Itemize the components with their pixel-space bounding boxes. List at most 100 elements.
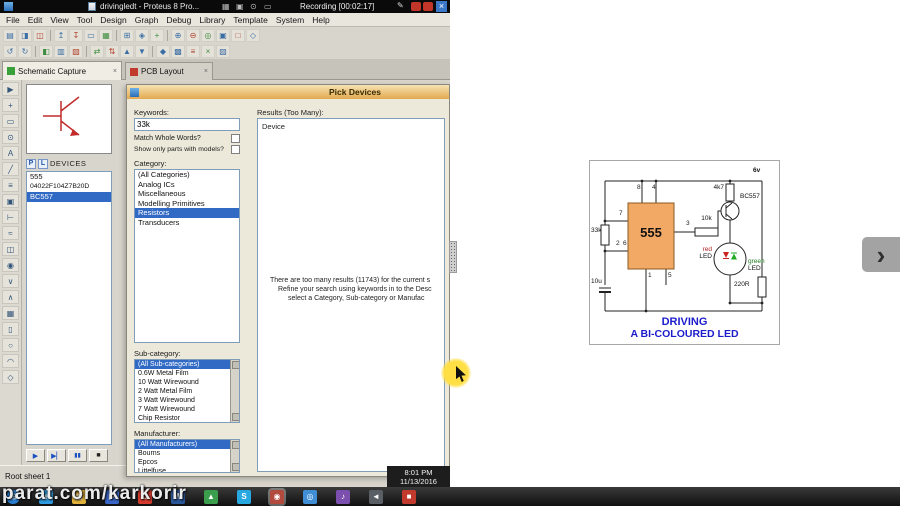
pencil-icon[interactable]: ✎ bbox=[397, 1, 404, 10]
manufacturer-scrollbar[interactable] bbox=[230, 440, 239, 472]
bus-tool-icon[interactable]: ╱ bbox=[2, 162, 19, 176]
graph-mode-icon[interactable]: ≈ bbox=[2, 226, 19, 240]
packaging-icon[interactable]: ≡ bbox=[186, 44, 200, 58]
block-rotate-icon[interactable]: ▲ bbox=[120, 44, 134, 58]
manufacturer-item[interactable]: Littelfuse bbox=[135, 467, 239, 472]
save-project-icon[interactable]: ◫ bbox=[33, 28, 47, 42]
red-app-icon[interactable]: ■ bbox=[402, 489, 416, 504]
subcategory-item[interactable]: Chip Resistor bbox=[135, 414, 239, 422]
manufacturer-item[interactable]: Bourns bbox=[135, 449, 239, 458]
manufacturer-item[interactable]: Epcos bbox=[135, 458, 239, 467]
copy-icon[interactable]: ▥ bbox=[54, 44, 68, 58]
zoom-area-icon[interactable]: □ bbox=[231, 28, 245, 42]
pan-icon[interactable]: ⊕ bbox=[171, 28, 185, 42]
box-2d-icon[interactable]: ○ bbox=[2, 338, 19, 352]
category-item[interactable]: Modelling Primitives bbox=[135, 199, 239, 209]
menu-help[interactable]: Help bbox=[308, 14, 333, 26]
step-button[interactable]: ▶▏ bbox=[47, 449, 66, 462]
close-recorder-icon[interactable]: × bbox=[436, 1, 447, 12]
menu-debug[interactable]: Debug bbox=[162, 14, 195, 26]
pick-part-icon[interactable]: ◆ bbox=[156, 44, 170, 58]
instrument-icon[interactable]: ▦ bbox=[2, 306, 19, 320]
refresh-icon[interactable]: ⊞ bbox=[120, 28, 134, 42]
cut-icon[interactable]: ◧ bbox=[39, 44, 53, 58]
generator-icon[interactable]: ◉ bbox=[2, 258, 19, 272]
manufacturer-item-selected[interactable]: (All Manufacturers) bbox=[135, 440, 231, 449]
print-icon[interactable]: ▭ bbox=[84, 28, 98, 42]
component-mode-icon[interactable]: + bbox=[2, 98, 19, 112]
device-list-item[interactable]: 555 bbox=[27, 172, 111, 182]
menu-library[interactable]: Library bbox=[195, 14, 229, 26]
menu-file[interactable]: File bbox=[2, 14, 24, 26]
menu-template[interactable]: Template bbox=[229, 14, 272, 26]
play-button[interactable]: ▶ bbox=[26, 449, 45, 462]
next-arrow-button[interactable]: › bbox=[862, 237, 900, 272]
zoom-out-icon[interactable]: ◎ bbox=[201, 28, 215, 42]
category-item[interactable]: Miscellaneous bbox=[135, 189, 239, 199]
open-project-icon[interactable]: ◨ bbox=[18, 28, 32, 42]
subcircuit-icon[interactable]: ≡ bbox=[2, 178, 19, 192]
subcategory-item[interactable]: 7 Watt Wirewound bbox=[135, 405, 239, 414]
zoom-icon[interactable]: ⊙ bbox=[250, 2, 257, 11]
menu-graph[interactable]: Graph bbox=[131, 14, 163, 26]
grid-toggle-icon[interactable]: ◈ bbox=[135, 28, 149, 42]
text-script-icon[interactable]: A bbox=[2, 146, 19, 160]
tab-pcb-layout[interactable]: PCB Layout × bbox=[125, 62, 213, 80]
system-clock[interactable]: 8:01 PM 11/13/2016 bbox=[387, 466, 450, 487]
subcategory-item[interactable]: 10 Watt Wirewound bbox=[135, 378, 239, 387]
subcategory-item[interactable]: 2 Watt Metal Film bbox=[135, 387, 239, 396]
redo-icon[interactable]: ↻ bbox=[18, 44, 32, 58]
circle-2d-icon[interactable]: ◠ bbox=[2, 354, 19, 368]
voltage-probe-icon[interactable]: ∨ bbox=[2, 274, 19, 288]
keywords-input[interactable] bbox=[134, 118, 240, 131]
undo-icon[interactable]: ↺ bbox=[3, 44, 17, 58]
current-probe-icon[interactable]: ∧ bbox=[2, 290, 19, 304]
export-icon[interactable]: ↧ bbox=[69, 28, 83, 42]
tab-schematic-capture[interactable]: Schematic Capture × bbox=[2, 61, 122, 80]
menu-edit[interactable]: Edit bbox=[24, 14, 47, 26]
close-tab-icon[interactable]: × bbox=[204, 68, 208, 75]
show-only-models-checkbox[interactable] bbox=[231, 145, 240, 154]
music-app-icon[interactable]: ♪ bbox=[336, 489, 350, 504]
device-list-item-selected[interactable]: BC557 bbox=[27, 192, 111, 202]
zoom-in-icon[interactable]: ⊖ bbox=[186, 28, 200, 42]
category-item[interactable]: Analog ICs bbox=[135, 180, 239, 190]
webcam-icon[interactable]: ▣ bbox=[236, 2, 244, 11]
device-list-item[interactable]: 04022F104Z7B20D bbox=[27, 182, 111, 192]
subcategory-item[interactable]: 3 Watt Wirewound bbox=[135, 396, 239, 405]
splitter-grip[interactable] bbox=[449, 241, 457, 273]
globe-icon[interactable]: ◎ bbox=[303, 489, 317, 504]
menu-system[interactable]: System bbox=[272, 14, 308, 26]
green-app-icon[interactable]: ▲ bbox=[204, 489, 218, 504]
wire-label-icon[interactable]: ⊙ bbox=[2, 130, 19, 144]
stop-record-button[interactable] bbox=[423, 2, 433, 11]
match-whole-words-checkbox[interactable] bbox=[231, 134, 240, 143]
arc-2d-icon[interactable]: ◇ bbox=[2, 370, 19, 384]
import-icon[interactable]: ↥ bbox=[54, 28, 68, 42]
pause-button[interactable]: ▮▮ bbox=[68, 449, 87, 462]
skype-icon[interactable]: S bbox=[237, 489, 251, 504]
volume-icon[interactable]: ◄ bbox=[369, 489, 383, 504]
sheet-view-icon[interactable]: ◇ bbox=[246, 28, 260, 42]
paste-icon[interactable]: ▧ bbox=[69, 44, 83, 58]
make-device-icon[interactable]: ▩ bbox=[171, 44, 185, 58]
block-copy-icon[interactable]: ⇄ bbox=[90, 44, 104, 58]
stop-button[interactable]: ■ bbox=[89, 449, 108, 462]
category-item-selected[interactable]: Resistors bbox=[135, 208, 239, 218]
zoom-all-icon[interactable]: ▣ bbox=[216, 28, 230, 42]
subcategory-item[interactable]: 0.6W Metal Film bbox=[135, 369, 239, 378]
record-button[interactable] bbox=[411, 2, 421, 11]
selection-tool-icon[interactable]: ▶ bbox=[2, 82, 19, 96]
subcategory-item-selected[interactable]: (All Sub-categories) bbox=[135, 360, 231, 369]
new-file-icon[interactable]: ▤ bbox=[3, 28, 17, 42]
recorder-app-icon[interactable]: ◉ bbox=[270, 489, 284, 504]
close-tab-icon[interactable]: × bbox=[113, 68, 117, 75]
window-icon[interactable]: ▭ bbox=[264, 2, 272, 11]
category-item[interactable]: (All Categories) bbox=[135, 170, 239, 180]
false-origin-icon[interactable]: + bbox=[150, 28, 164, 42]
menu-tool[interactable]: Tool bbox=[73, 14, 97, 26]
screen-icon[interactable]: ▦ bbox=[222, 2, 230, 11]
menu-view[interactable]: View bbox=[46, 14, 72, 26]
subcategory-scrollbar[interactable] bbox=[230, 360, 239, 422]
cleanup-icon[interactable]: ▨ bbox=[216, 44, 230, 58]
